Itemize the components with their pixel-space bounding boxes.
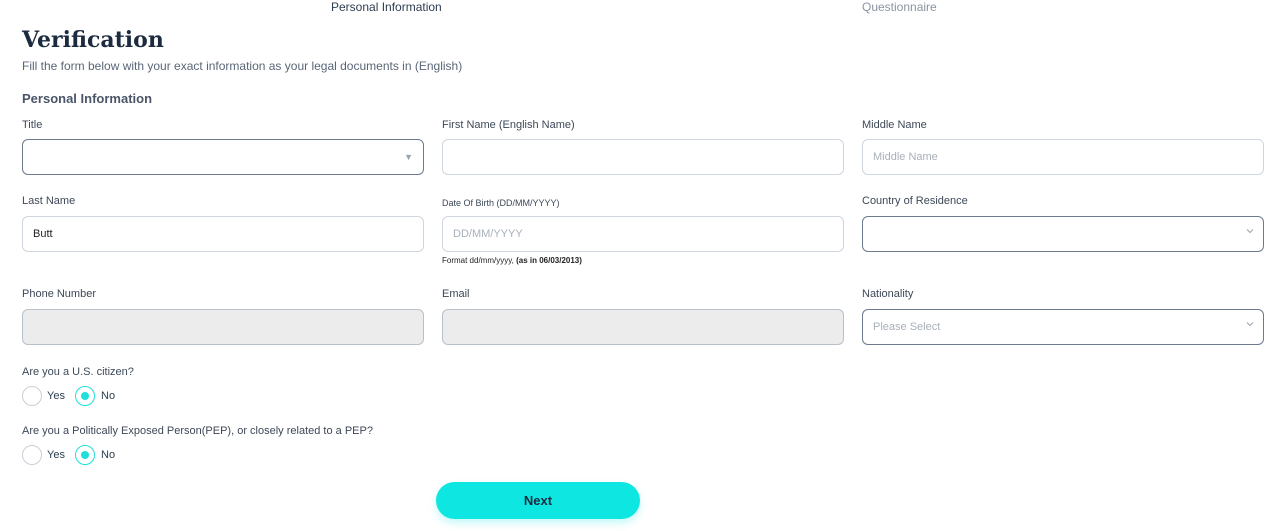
country-select[interactable] bbox=[862, 216, 1264, 252]
us-citizen-no-radio[interactable] bbox=[75, 386, 95, 406]
section-title: Personal Information bbox=[22, 91, 153, 106]
next-button[interactable]: Next bbox=[436, 482, 640, 519]
dob-help-prefix: Format dd/mm/yyyy, bbox=[442, 256, 517, 265]
first-name-input[interactable] bbox=[442, 139, 844, 175]
country-label: Country of Residence bbox=[862, 195, 968, 207]
middle-name-input[interactable]: Middle Name bbox=[862, 139, 1264, 175]
step-personal-information[interactable]: Personal Information bbox=[331, 0, 442, 14]
nationality-label: Nationality bbox=[862, 288, 914, 300]
nationality-select[interactable]: Please Select bbox=[862, 309, 1264, 345]
pep-no-label[interactable]: No bbox=[101, 449, 115, 462]
pep-yes-radio[interactable] bbox=[22, 445, 42, 465]
caret-down-icon: ▼ bbox=[404, 152, 413, 162]
stepper: Personal Information Questionnaire bbox=[0, 0, 1283, 14]
email-input bbox=[442, 309, 844, 345]
us-citizen-question: Are you a U.S. citizen? bbox=[22, 366, 134, 378]
pep-no-radio[interactable] bbox=[75, 445, 95, 465]
us-citizen-yes-radio[interactable] bbox=[22, 386, 42, 406]
phone-input bbox=[22, 309, 424, 345]
title-select[interactable]: ▼ bbox=[22, 139, 424, 175]
first-name-label: First Name (English Name) bbox=[442, 119, 575, 131]
last-name-label: Last Name bbox=[22, 195, 76, 207]
email-label: Email bbox=[442, 288, 470, 300]
page-subtitle: Fill the form below with your exact info… bbox=[22, 59, 463, 73]
dob-input[interactable]: DD/MM/YYYY bbox=[442, 216, 844, 252]
us-citizen-no-label[interactable]: No bbox=[101, 390, 115, 403]
pep-question: Are you a Politically Exposed Person(PEP… bbox=[22, 425, 373, 437]
chevron-down-icon bbox=[1246, 229, 1254, 234]
dob-placeholder: DD/MM/YYYY bbox=[453, 228, 523, 240]
chevron-down-icon bbox=[1246, 322, 1254, 327]
last-name-input[interactable]: Butt bbox=[22, 216, 424, 252]
middle-name-label: Middle Name bbox=[862, 119, 927, 131]
nationality-placeholder: Please Select bbox=[873, 321, 941, 333]
dob-help-example: (as in 06/03/2013) bbox=[516, 256, 582, 265]
radio-selected-dot bbox=[81, 451, 89, 459]
radio-selected-dot bbox=[81, 392, 89, 400]
middle-name-placeholder: Middle Name bbox=[873, 151, 938, 163]
phone-label: Phone Number bbox=[22, 288, 96, 300]
dob-format-help: Format dd/mm/yyyy, (as in 06/03/2013) bbox=[442, 256, 582, 266]
us-citizen-yes-label[interactable]: Yes bbox=[47, 390, 65, 403]
dob-label: Date Of Birth (DD/MM/YYYY) bbox=[442, 198, 560, 208]
page-title: Verification bbox=[22, 27, 164, 53]
last-name-value: Butt bbox=[33, 228, 53, 240]
title-label: Title bbox=[22, 119, 43, 131]
step-questionnaire[interactable]: Questionnaire bbox=[862, 0, 937, 14]
pep-yes-label[interactable]: Yes bbox=[47, 449, 65, 462]
